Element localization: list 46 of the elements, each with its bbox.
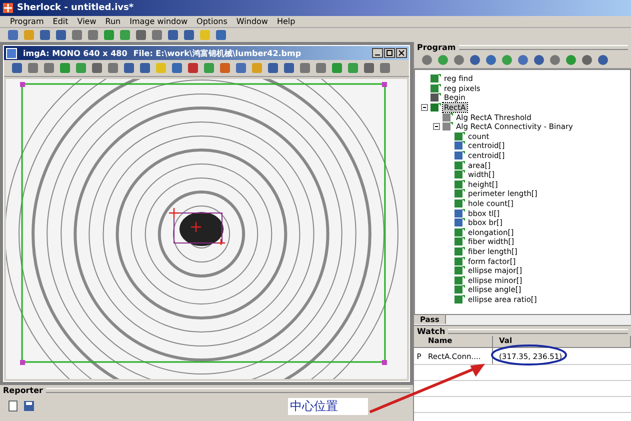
minimize-icon[interactable] xyxy=(372,48,383,58)
expand-toggle[interactable] xyxy=(421,104,428,112)
variable-icon xyxy=(454,276,465,285)
variable-icon xyxy=(454,189,465,198)
annotation-label: 中心位置 xyxy=(288,398,368,414)
marker-icon xyxy=(430,93,441,102)
variable-icon xyxy=(454,246,465,256)
variable-icon xyxy=(454,132,465,141)
variable-icon xyxy=(454,285,465,294)
point-icon xyxy=(454,218,465,228)
variable-icon xyxy=(454,170,465,180)
menu-item[interactable]: Program xyxy=(10,17,44,26)
menu-item[interactable]: Edit xyxy=(52,17,68,26)
file-path: File: E:\work\鸿富锦机械\lumber42.bmp xyxy=(133,48,302,58)
close-icon[interactable] xyxy=(396,48,407,58)
variable-icon xyxy=(454,199,465,208)
variable-icon xyxy=(454,256,465,266)
menu-item[interactable]: Window xyxy=(236,17,268,26)
variable-icon xyxy=(454,266,465,276)
menu-item[interactable]: Help xyxy=(276,17,296,26)
variable-icon xyxy=(430,74,441,84)
point-icon xyxy=(454,141,465,150)
expand-toggle[interactable] xyxy=(433,123,440,130)
panel-title: Reporter xyxy=(3,386,43,394)
variable-icon xyxy=(430,84,441,93)
window-title: Sherlock - untitled.ivs* xyxy=(17,3,134,13)
variable-icon xyxy=(454,237,465,246)
menu-item[interactable]: View xyxy=(77,17,96,26)
panel-title: Watch xyxy=(417,326,446,336)
variable-icon xyxy=(454,160,465,170)
variable-icon xyxy=(454,228,465,237)
point-icon xyxy=(454,151,465,160)
roi-icon xyxy=(430,103,441,112)
maximize-icon[interactable] xyxy=(384,48,395,58)
point-icon xyxy=(454,208,465,218)
blob-marker xyxy=(166,205,226,245)
algorithm-icon xyxy=(442,112,453,122)
menu-item[interactable]: Run xyxy=(105,17,121,26)
app-icon xyxy=(2,2,14,14)
panel-title: Program xyxy=(417,42,456,52)
menu-item[interactable]: Image window xyxy=(130,17,188,26)
variable-icon xyxy=(454,180,465,189)
algorithm-icon xyxy=(442,122,453,132)
menu-item[interactable]: Options xyxy=(196,17,228,26)
variable-icon xyxy=(454,294,465,304)
image-window-title: imgA: MONO 640 x 480 xyxy=(23,48,128,58)
